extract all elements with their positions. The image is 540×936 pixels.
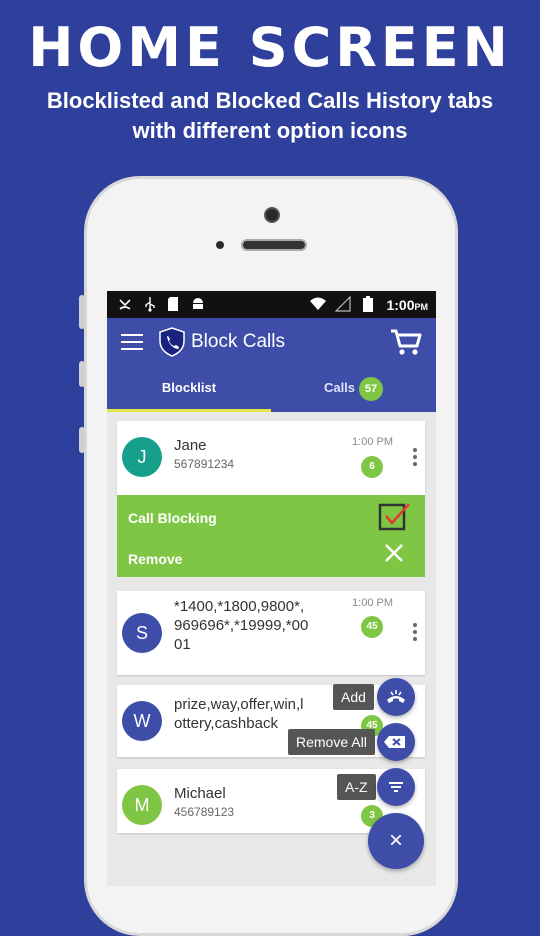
app-logo-icon [159,327,185,357]
blocked-count-badge: 6 [361,456,383,478]
contact-name-line1: prize,way,offer,win,l [174,696,304,713]
status-bar: 1:00PM [107,291,436,318]
remove-all-fab-label: Remove All [288,729,375,755]
avatar: W [122,701,162,741]
menu-icon[interactable] [121,334,143,350]
contact-name-line3: 01 [174,636,191,653]
avatar: S [122,613,162,653]
phone-volume-up-button [79,361,85,387]
app-bar: Block Calls [107,318,436,366]
contact-number: 567891234 [174,457,235,471]
remove-all-fab-button[interactable] [377,723,415,761]
promo-subtitle: Blocklisted and Blocked Calls History ta… [40,86,500,146]
more-options-icon[interactable] [413,448,417,469]
contact-number: 456789123 [174,805,235,819]
contact-name: prize,way,offer,win,l ottery,cashback [174,695,304,733]
call-blocking-checkbox[interactable] [378,501,412,531]
add-fab-button[interactable] [377,678,415,716]
signal-icon [335,296,351,312]
avatar: M [122,785,162,825]
avatar: J [122,437,162,477]
blocked-count-badge: 45 [361,616,383,638]
contact-time: 1:00 PM [352,436,393,448]
contact-name: Michael [174,785,226,802]
earpiece-speaker [241,239,307,251]
remove-icon[interactable] [384,543,404,563]
contact-action-panel: Call Blocking Remove [117,495,425,577]
calls-count-badge: 57 [359,376,384,401]
tab-blocklist[interactable]: Blocklist [107,366,271,412]
tab-calls-label: Calls [323,380,356,395]
tab-bar: Blocklist Calls 57 [107,366,436,412]
contact-name: Jane [174,437,207,454]
sd-card-icon [168,297,178,311]
list-item[interactable]: S *1400,*1800,9800*, 969696*,*19999,*00 … [117,591,425,675]
promo-subtitle-line2: with different option icons [132,118,408,143]
cart-icon[interactable] [390,328,422,356]
list-item[interactable]: J Jane 567891234 1:00 PM 6 [117,421,425,495]
add-call-icon [387,690,405,703]
phone-volume-down-button [79,427,85,453]
sort-fab-button[interactable] [377,768,415,806]
usb-icon [145,297,155,312]
contact-name-line2: ottery,cashback [174,715,278,732]
more-options-icon[interactable] [413,623,417,644]
az-fab-label: A-Z [337,774,376,800]
contact-name-line1: *1400,*1800,9800*, [174,598,305,615]
wifi-icon [310,297,326,310]
tab-blocklist-label: Blocklist [161,380,217,395]
proximity-sensor [216,241,224,249]
battery-icon [363,296,373,312]
promo-title: HOME SCREEN [28,16,512,79]
app-title: Block Calls [191,331,285,352]
phone-screen: 1:00PM Block Calls Blocklist Calls 57 J J… [107,291,436,886]
missed-call-icon [119,299,131,310]
backspace-icon [384,736,405,748]
promo-subtitle-line1: Blocklisted and Blocked Calls History ta… [46,88,494,113]
tab-calls[interactable]: Calls 57 [271,366,436,412]
contact-time: 1:00 PM [352,597,393,609]
close-fab-button[interactable]: × [368,813,424,869]
contact-name: *1400,*1800,9800*, 969696*,*19999,*00 01 [174,597,308,654]
contact-name-line2: 969696*,*19999,*00 [174,617,309,634]
status-time: 1:00PM [386,297,428,313]
add-fab-label: Add [333,684,374,710]
remove-label: Remove [128,551,183,567]
call-blocking-label: Call Blocking [128,510,217,526]
front-camera [264,207,280,223]
android-icon [193,298,203,309]
sort-icon [389,782,403,792]
phone-side-button [79,295,85,329]
